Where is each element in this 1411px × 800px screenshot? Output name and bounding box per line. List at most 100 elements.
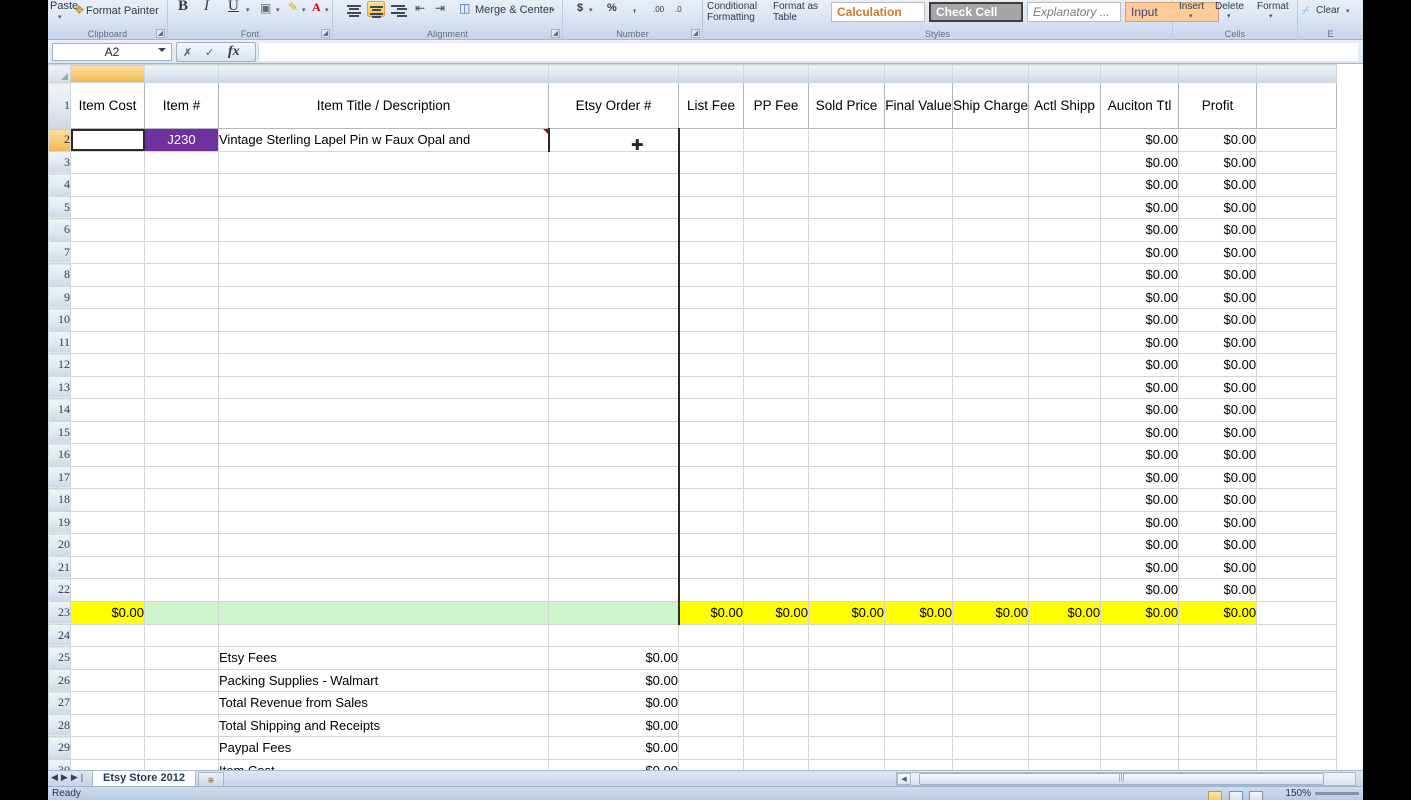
cell-F14[interactable] — [744, 399, 809, 422]
cell-L3[interactable]: $0.00 — [1101, 151, 1179, 174]
cell-C11[interactable] — [219, 331, 549, 354]
cell-G11[interactable] — [809, 331, 885, 354]
cell-D28[interactable]: $0.00 — [549, 714, 679, 737]
underline-button[interactable]: U — [228, 0, 239, 12]
cell-J17[interactable] — [1029, 466, 1101, 489]
cell-F21[interactable] — [744, 556, 809, 579]
cell-A16[interactable] — [71, 444, 145, 467]
cell-I9[interactable] — [953, 286, 1029, 309]
cell-H13[interactable] — [885, 376, 953, 399]
cell-G19[interactable] — [809, 511, 885, 534]
cell-B13[interactable] — [145, 376, 219, 399]
cell-A23[interactable]: $0.00 — [71, 601, 145, 624]
cell-F5[interactable] — [744, 196, 809, 219]
delete-caret-icon[interactable]: ▾ — [1227, 12, 1231, 20]
cell-E10[interactable] — [679, 309, 744, 332]
cell-M24[interactable] — [1179, 624, 1257, 647]
cell-F28[interactable] — [744, 714, 809, 737]
cell-L22[interactable]: $0.00 — [1101, 579, 1179, 602]
cell-M15[interactable]: $0.00 — [1179, 421, 1257, 444]
cell-M1[interactable]: Profit — [1179, 83, 1257, 129]
cell-F10[interactable] — [744, 309, 809, 332]
cell-E16[interactable] — [679, 444, 744, 467]
cell-L26[interactable] — [1101, 669, 1179, 692]
cell-F4[interactable] — [744, 174, 809, 197]
cell-F1[interactable]: PP Fee — [744, 83, 809, 129]
format-caret-icon[interactable]: ▾ — [1269, 12, 1273, 20]
cell-C3[interactable] — [219, 151, 549, 174]
cell-F2[interactable] — [744, 129, 809, 152]
cell-A11[interactable] — [71, 331, 145, 354]
row-header-3[interactable]: 3 — [49, 151, 71, 174]
cell-N6[interactable] — [1257, 219, 1337, 242]
cell-G20[interactable] — [809, 534, 885, 557]
cell-M14[interactable]: $0.00 — [1179, 399, 1257, 422]
cell-C7[interactable] — [219, 241, 549, 264]
cell-L2[interactable]: $0.00 — [1101, 129, 1179, 152]
cell-C24[interactable] — [219, 624, 549, 647]
column-header-F[interactable] — [744, 65, 809, 83]
cell-N15[interactable] — [1257, 421, 1337, 444]
column-header-J[interactable] — [1029, 65, 1101, 83]
row-header-18[interactable]: 18 — [49, 489, 71, 512]
cell-J7[interactable] — [1029, 241, 1101, 264]
cell-J8[interactable] — [1029, 264, 1101, 287]
cell-C14[interactable] — [219, 399, 549, 422]
cell-A27[interactable] — [71, 692, 145, 715]
row-header-14[interactable]: 14 — [49, 399, 71, 422]
cell-L5[interactable]: $0.00 — [1101, 196, 1179, 219]
row-header-16[interactable]: 16 — [49, 444, 71, 467]
cell-I1[interactable]: Ship Charge — [953, 83, 1029, 129]
cell-B29[interactable] — [145, 737, 219, 760]
cell-I16[interactable] — [953, 444, 1029, 467]
row-header-22[interactable]: 22 — [49, 579, 71, 602]
cell-J19[interactable] — [1029, 511, 1101, 534]
clear-icon[interactable]: ⌿ — [1302, 4, 1309, 16]
row-header-27[interactable]: 27 — [49, 692, 71, 715]
cell-J15[interactable] — [1029, 421, 1101, 444]
horizontal-scrollbar[interactable]: ◀ — [896, 772, 1356, 786]
cell-I12[interactable] — [953, 354, 1029, 377]
row-header-28[interactable]: 28 — [49, 714, 71, 737]
cell-H8[interactable] — [885, 264, 953, 287]
cell-G25[interactable] — [809, 647, 885, 670]
column-header-B[interactable] — [145, 65, 219, 83]
cell-L19[interactable]: $0.00 — [1101, 511, 1179, 534]
cell-D26[interactable]: $0.00 — [549, 669, 679, 692]
cell-H22[interactable] — [885, 579, 953, 602]
cell-F23[interactable]: $0.00 — [744, 601, 809, 624]
cell-F20[interactable] — [744, 534, 809, 557]
cell-I21[interactable] — [953, 556, 1029, 579]
cell-M8[interactable]: $0.00 — [1179, 264, 1257, 287]
borders-icon[interactable]: ▣ — [260, 2, 271, 14]
cell-J14[interactable] — [1029, 399, 1101, 422]
cell-C22[interactable] — [219, 579, 549, 602]
row-header-11[interactable]: 11 — [49, 331, 71, 354]
align-right-button[interactable] — [389, 1, 407, 17]
cell-F8[interactable] — [744, 264, 809, 287]
cell-D18[interactable] — [549, 489, 679, 512]
cell-I23[interactable]: $0.00 — [953, 601, 1029, 624]
cell-B4[interactable] — [145, 174, 219, 197]
row-header-21[interactable]: 21 — [49, 556, 71, 579]
cell-B9[interactable] — [145, 286, 219, 309]
cell-I14[interactable] — [953, 399, 1029, 422]
cell-G28[interactable] — [809, 714, 885, 737]
comma-format-button[interactable]: , — [633, 2, 636, 14]
cell-J2[interactable] — [1029, 129, 1101, 152]
cell-G3[interactable] — [809, 151, 885, 174]
cell-I4[interactable] — [953, 174, 1029, 197]
cell-N7[interactable] — [1257, 241, 1337, 264]
cell-B10[interactable] — [145, 309, 219, 332]
cell-H17[interactable] — [885, 466, 953, 489]
cell-N2[interactable] — [1257, 129, 1337, 152]
cell-C9[interactable] — [219, 286, 549, 309]
cell-M19[interactable]: $0.00 — [1179, 511, 1257, 534]
cell-H10[interactable] — [885, 309, 953, 332]
cell-J25[interactable] — [1029, 647, 1101, 670]
cell-M7[interactable]: $0.00 — [1179, 241, 1257, 264]
page-break-view-button[interactable] — [1249, 791, 1263, 800]
cell-E2[interactable] — [679, 129, 744, 152]
cell-M22[interactable]: $0.00 — [1179, 579, 1257, 602]
cell-G10[interactable] — [809, 309, 885, 332]
